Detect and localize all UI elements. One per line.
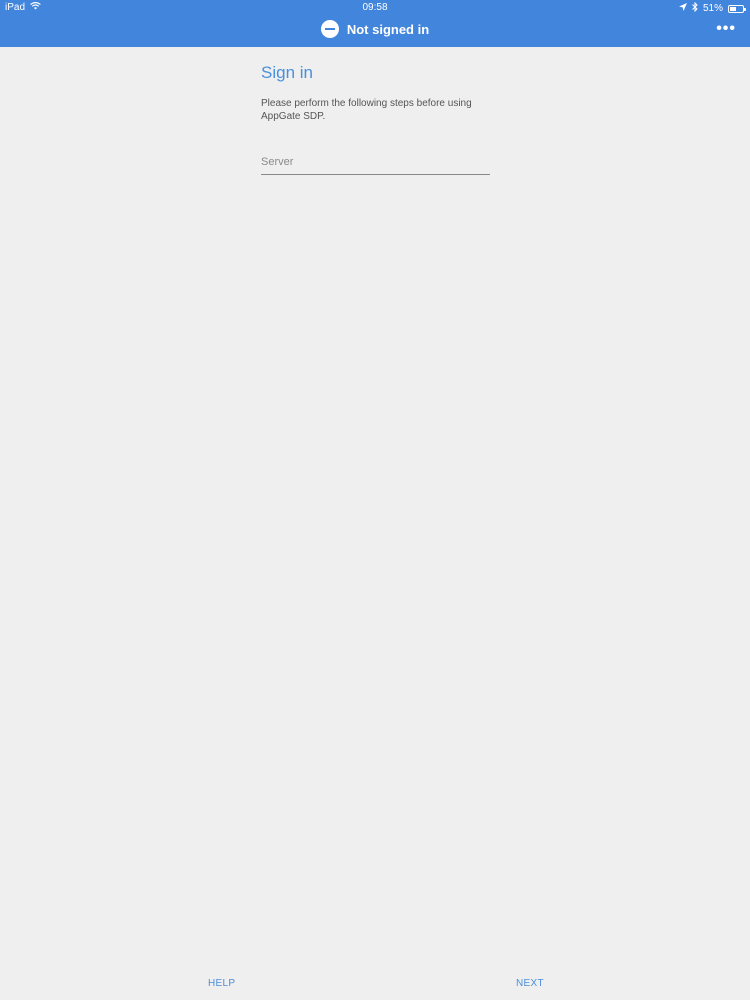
- not-signed-in-icon: [320, 20, 339, 38]
- instructions-text: Please perform the following steps befor…: [261, 98, 472, 122]
- page-title: Sign in: [261, 63, 313, 82]
- bluetooth-icon: [692, 1, 698, 15]
- next-button[interactable]: NEXT: [516, 978, 544, 989]
- battery-percent: 51%: [702, 3, 723, 14]
- status-bar-right: 51%: [678, 1, 746, 15]
- battery-icon: [728, 4, 746, 13]
- status-time: 09:58: [362, 2, 388, 13]
- header-title-row: Not signed in: [0, 20, 750, 38]
- header-title: Not signed in: [346, 21, 430, 37]
- location-arrow-icon: [678, 3, 687, 14]
- server-input[interactable]: [261, 152, 490, 175]
- sign-in-panel: Sign in Please perform the following ste…: [261, 60, 491, 175]
- top-bar: iPad 09:58 51% Not signed in •••: [0, 0, 750, 47]
- more-options-icon[interactable]: •••: [716, 21, 736, 37]
- help-button[interactable]: HELP: [208, 978, 235, 989]
- battery-level: [730, 6, 737, 11]
